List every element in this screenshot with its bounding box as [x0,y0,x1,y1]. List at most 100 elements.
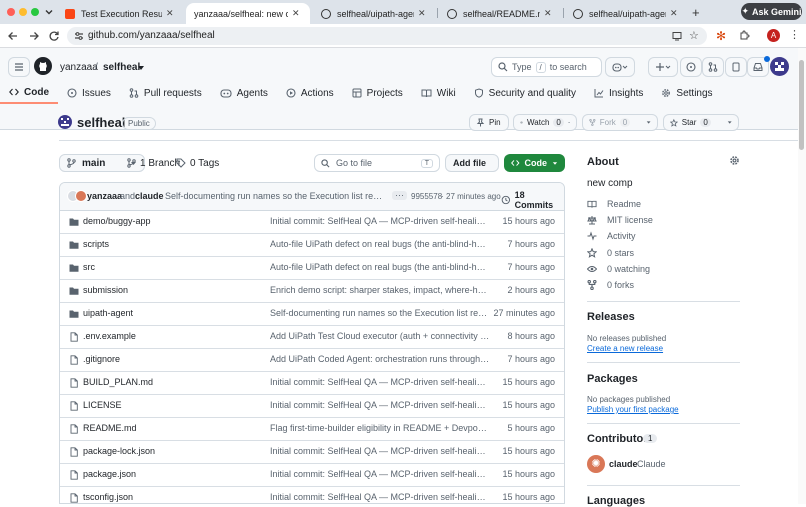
code-button[interactable]: Code [504,154,565,172]
file-name-link[interactable]: package-lock.json [83,446,155,456]
file-row[interactable]: package.json Initial commit: SelfHeal QA … [60,464,564,487]
file-commit-message[interactable]: Flag first-time-builder eligibility in R… [270,423,490,433]
commit-author-secondary[interactable]: claude [135,191,164,201]
repo-name-link[interactable]: selfheal [103,62,140,73]
close-tab-icon[interactable]: ✕ [292,8,302,19]
extension-asterisk-icon[interactable]: ✻ [716,29,726,43]
commit-hash[interactable]: 9955578 [411,192,442,201]
repo-owner-link[interactable]: yanzaaa [60,62,98,73]
tab-list-chevron-icon[interactable] [44,7,54,17]
tab-agents[interactable]: Agents [211,82,277,104]
releases-heading[interactable]: Releases [587,311,635,323]
file-commit-message[interactable]: Initial commit: SelfHeal QA — MCP-driven… [270,492,490,502]
tab-projects[interactable]: Projects [343,82,412,104]
file-name-link[interactable]: .env.example [83,331,136,341]
pull-requests-button[interactable] [702,57,724,77]
site-settings-icon[interactable] [74,31,84,41]
file-row[interactable]: src Auto-file UiPath defect on real bugs … [60,257,564,280]
file-row[interactable]: submission Enrich demo script: sharper st… [60,280,564,303]
commit-author-primary[interactable]: yanzaaa [87,191,122,201]
file-commit-message[interactable]: Initial commit: SelfHeal QA — MCP-driven… [270,216,490,226]
file-commit-message[interactable]: Add UiPath Test Cloud executor (auth + c… [270,331,490,341]
file-name-link[interactable]: package.json [83,469,136,479]
packages-heading[interactable]: Packages [587,373,638,385]
file-name-link[interactable]: demo/buggy-app [83,216,151,226]
file-row[interactable]: BUILD_PLAN.md Initial commit: SelfHeal QA… [60,372,564,395]
about-activity-link[interactable]: Activity [587,231,636,241]
contributor-username[interactable]: claude [609,459,638,469]
file-row[interactable]: tsconfig.json Initial commit: SelfHeal QA… [60,487,564,503]
commit-message[interactable]: Self-documenting run names so the Execut… [165,191,387,201]
file-commit-message[interactable]: Initial commit: SelfHeal QA — MCP-driven… [270,377,490,387]
tab-security-and-quality[interactable]: Security and quality [465,82,585,104]
ask-gemini-button[interactable]: ✦ Ask Gemini [741,3,802,20]
browser-tab-uipath-agent[interactable]: selfheal/uipath-agent at m ✕ [312,3,436,24]
author-avatar-claude[interactable] [75,190,87,202]
create-release-link[interactable]: Create a new release [587,344,663,353]
close-tab-icon[interactable]: ✕ [418,8,428,19]
page-scrollbar-thumb[interactable] [799,60,804,150]
bookmark-star-icon[interactable]: ☆ [689,29,699,42]
file-row[interactable]: scripts Auto-file UiPath defect on real b… [60,234,564,257]
forward-arrow-icon[interactable] [28,30,40,42]
about-readme-link[interactable]: Readme [587,199,641,209]
pin-button[interactable]: Pin [469,114,509,131]
back-arrow-icon[interactable] [7,30,19,42]
tab-code[interactable]: Code [0,82,58,104]
file-row[interactable]: package-lock.json Initial commit: SelfHea… [60,441,564,464]
file-commit-message[interactable]: Auto-file UiPath defect on real bugs (th… [270,239,490,249]
reload-icon[interactable] [48,30,60,42]
maximize-window-icon[interactable] [31,8,39,16]
go-to-file-input[interactable]: Go to file T [314,154,440,172]
extensions-puzzle-icon[interactable] [739,30,750,41]
file-commit-message[interactable]: Self-documenting run names so the Execut… [270,308,490,318]
close-tab-icon[interactable]: ✕ [544,8,554,19]
browser-tab-uipath-agent-main[interactable]: selfheal/uipath-agent/mai ✕ [564,3,688,24]
file-commit-message[interactable]: Initial commit: SelfHeal QA — MCP-driven… [270,469,490,479]
file-name-link[interactable]: README.md [83,423,137,433]
branches-link[interactable]: 1 Branch [127,154,180,172]
commit-details-toggle[interactable]: ··· [392,191,407,200]
install-app-icon[interactable] [672,31,682,41]
file-name-link[interactable]: BUILD_PLAN.md [83,377,153,387]
tab-insights[interactable]: Insights [585,82,652,104]
browser-menu-icon[interactable]: ⋮ [789,28,800,42]
copilot-button[interactable] [605,57,635,77]
tab-actions[interactable]: Actions [277,82,343,104]
watch-button[interactable]: Watch 0 [513,114,577,131]
close-tab-icon[interactable]: ✕ [670,8,680,19]
tab-wiki[interactable]: Wiki [412,82,465,104]
search-input[interactable]: Type / to search [491,57,602,77]
file-commit-message[interactable]: Auto-file UiPath defect on real bugs (th… [270,262,490,272]
address-bar[interactable]: github.com/yanzaaa/selfheal ☆ [67,27,707,45]
file-row[interactable]: demo/buggy-app Initial commit: SelfHeal Q… [60,211,564,234]
global-menu-button[interactable] [8,57,30,77]
repo-switcher-chevron-icon[interactable] [137,64,145,72]
browser-tab-test-execution[interactable]: Test Execution Results - Te ✕ [56,3,184,24]
file-row[interactable]: LICENSE Initial commit: SelfHeal QA — MCP… [60,395,564,418]
issues-button[interactable] [680,57,702,77]
file-name-link[interactable]: .gitignore [83,354,120,364]
file-row[interactable]: README.md Flag first-time-builder eligibi… [60,418,564,441]
close-tab-icon[interactable]: ✕ [166,8,176,19]
repositories-button[interactable] [725,57,747,77]
contributor-avatar-claude[interactable]: ✺ [587,455,605,473]
about-watching-link[interactable]: 0 watching [587,264,650,274]
file-commit-message[interactable]: Initial commit: SelfHeal QA — MCP-driven… [270,400,490,410]
file-name-link[interactable]: LICENSE [83,400,122,410]
tab-issues[interactable]: Issues [58,82,120,104]
add-file-button[interactable]: Add file [445,154,499,172]
file-commit-message[interactable]: Add UiPath Coded Agent: orchestration ru… [270,354,490,364]
create-new-button[interactable] [648,57,678,77]
file-commit-message[interactable]: Initial commit: SelfHeal QA — MCP-driven… [270,446,490,456]
browser-tab-readme[interactable]: selfheal/README.md at ma ✕ [438,3,562,24]
profile-avatar[interactable]: A [767,29,780,42]
new-tab-plus-icon[interactable]: + [692,5,700,20]
file-name-link[interactable]: src [83,262,95,272]
file-name-link[interactable]: uipath-agent [83,308,133,318]
minimize-window-icon[interactable] [19,8,27,16]
browser-tab-selfheal-repo[interactable]: yanzaaa/selfheal: new comp ✕ [186,3,310,24]
file-name-link[interactable]: submission [83,285,128,295]
tab-settings[interactable]: Settings [652,82,721,104]
file-name-link[interactable]: scripts [83,239,109,249]
